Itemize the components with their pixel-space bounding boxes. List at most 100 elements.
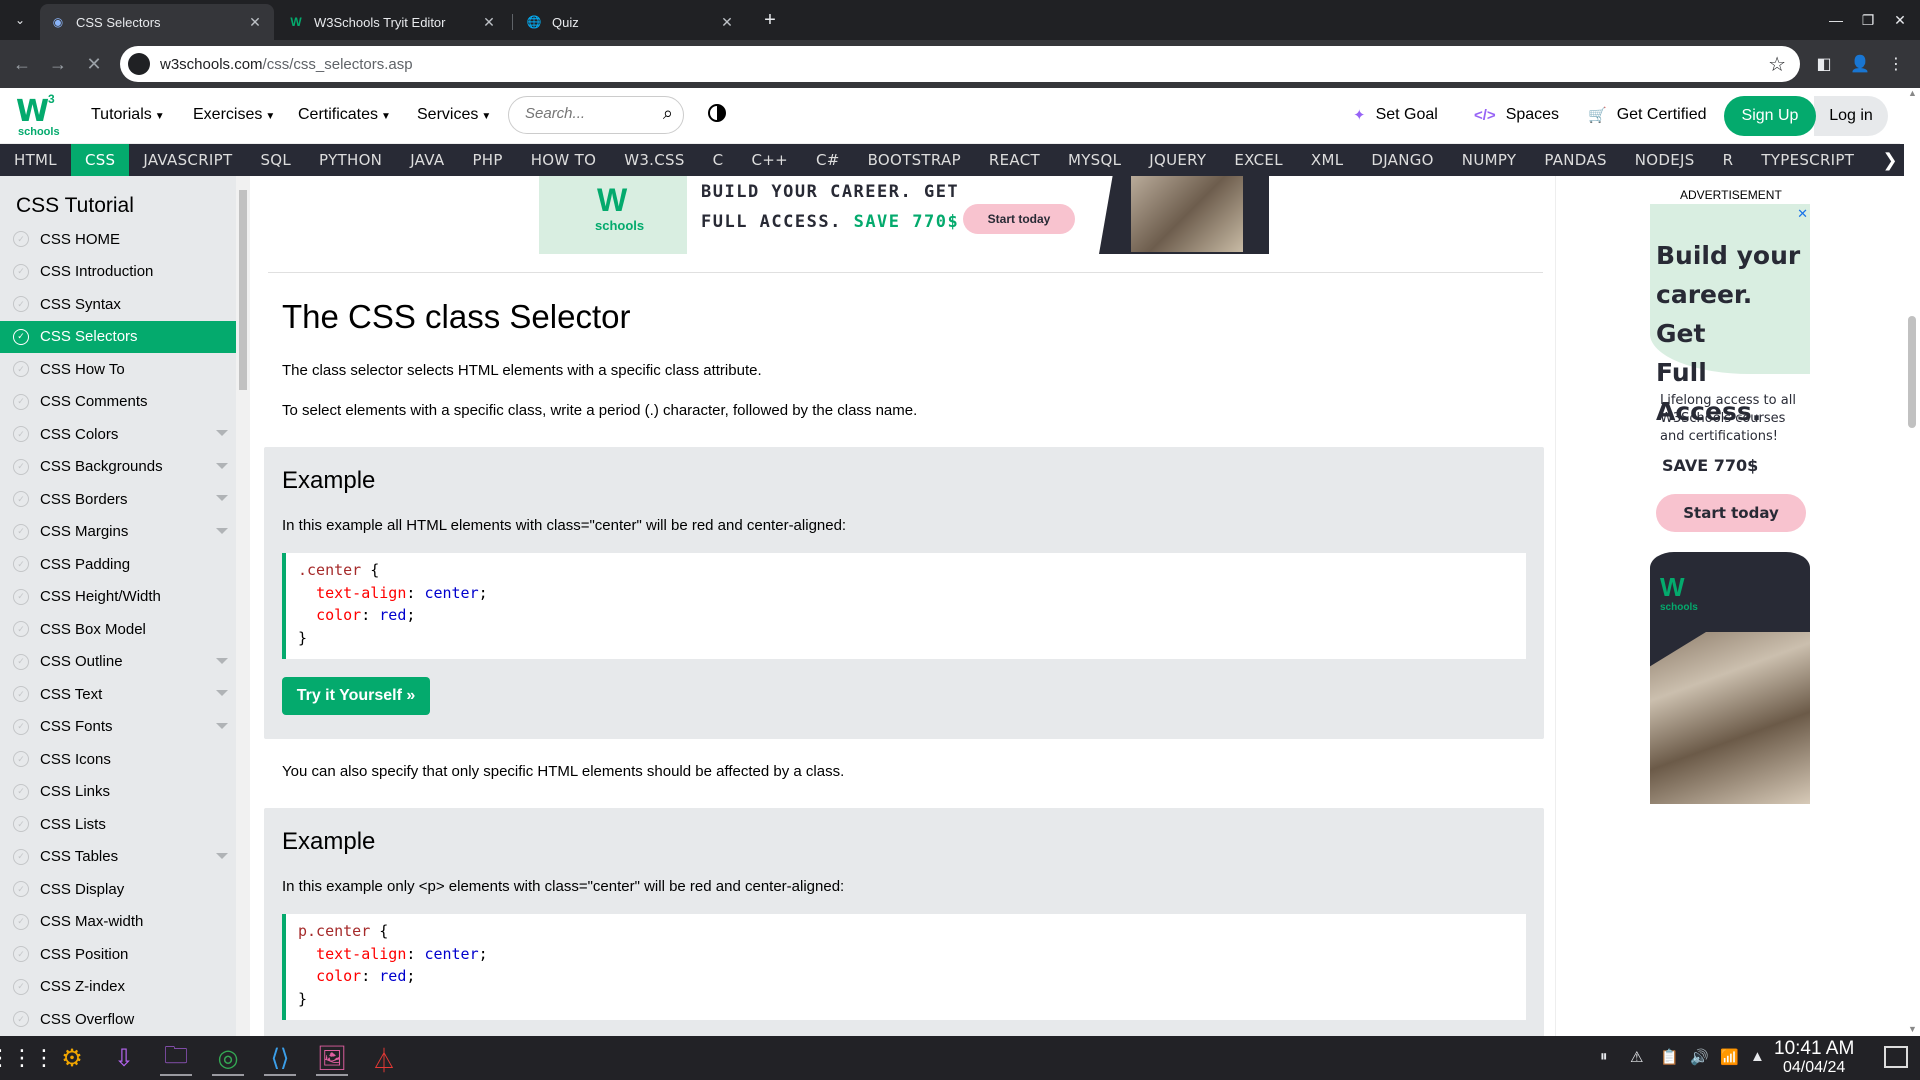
side-ad-2[interactable]: W schools [1650,552,1810,804]
expand-arrow-icon[interactable] [216,722,228,729]
pdf-reader-icon[interactable]: ⏃ [364,1040,404,1076]
sidebar-item-css-links[interactable]: ✓ CSS Links [0,776,236,808]
profile-icon[interactable]: 👤 [1846,50,1874,78]
scroll-down-icon[interactable]: ▼ [1908,1024,1917,1034]
vlc-tray-icon[interactable]: ⚠ [1630,1048,1643,1066]
topnav-item-bootstrap[interactable]: BOOTSTRAP [854,144,975,176]
topnav-item-nodejs[interactable]: NODEJS [1621,144,1709,176]
topnav-item-r[interactable]: R [1709,144,1748,176]
tab-css-selectors[interactable]: ◉ CSS Selectors ✕ [40,4,274,40]
sidebar-item-css-text[interactable]: ✓ CSS Text [0,678,236,710]
tab-tryit-editor[interactable]: W W3Schools Tryit Editor ✕ [278,4,508,40]
banner-start-button[interactable]: Start today [963,204,1075,234]
nav-scroll-right-icon[interactable]: ❯ [1876,144,1904,176]
signup-button[interactable]: Sign Up [1724,96,1816,136]
topnav-item-html[interactable]: HTML [0,144,71,176]
clipboard-icon[interactable]: 📋 [1660,1048,1679,1066]
app-launcher-icon[interactable]: ⋮⋮⋮ [0,1040,55,1076]
forward-icon[interactable]: → [44,50,72,78]
top-banner-ad[interactable]: W schools BUILD YOUR CAREER. GET FULL AC… [539,176,1269,254]
scroll-up-icon[interactable]: ▲ [1908,88,1917,98]
sidebar-item-css-padding[interactable]: ✓ CSS Padding [0,548,236,580]
topnav-item-typescript[interactable]: TYPESCRIPT [1747,144,1868,176]
topnav-item-mysql[interactable]: MYSQL [1054,144,1135,176]
sidebar-item-css-position[interactable]: ✓ CSS Position [0,938,236,970]
vscode-icon[interactable]: ⟨⟩ [260,1040,300,1076]
sidebar-item-css-selectors[interactable]: ✓ CSS Selectors [0,320,236,353]
dark-mode-toggle-icon[interactable] [708,104,726,122]
sidebar-item-css-outline[interactable]: ✓ CSS Outline [0,646,236,678]
topnav-item-javascript[interactable]: JAVASCRIPT [129,144,246,176]
tab-quiz[interactable]: 🌐 Quiz ✕ [516,4,746,40]
topnav-item-react[interactable]: REACT [975,144,1054,176]
close-tab-icon[interactable]: ✕ [718,13,736,31]
sidebar-item-css-max-width[interactable]: ✓ CSS Max-width [0,906,236,938]
stop-loading-icon[interactable]: ✕ [80,50,108,78]
sidebar-item-css-icons[interactable]: ✓ CSS Icons [0,743,236,775]
download-tray-icon[interactable]: ⇩ [104,1040,144,1076]
topnav-item-java[interactable]: JAVA [396,144,458,176]
expand-arrow-icon[interactable] [216,462,228,469]
menu-services[interactable]: Services ▼ [417,106,491,124]
address-bar[interactable]: w3schools.com/css/css_selectors.asp ☆ [120,46,1800,82]
wifi-icon[interactable]: 📶 [1720,1048,1739,1066]
menu-tutorials[interactable]: Tutorials ▼ [91,106,165,124]
topnav-item-excel[interactable]: EXCEL [1220,144,1296,176]
site-info-icon[interactable] [128,53,150,75]
spaces-link[interactable]: </> Spaces [1474,106,1559,124]
expand-arrow-icon[interactable] [216,657,228,664]
sidebar-item-css-syntax[interactable]: ✓ CSS Syntax [0,288,236,320]
restore-icon[interactable]: ❐ [1856,8,1880,32]
ad-start-button[interactable]: Start today [1656,494,1806,532]
topnav-item-how-to[interactable]: HOW TO [517,144,610,176]
side-ad-1[interactable]: Build your career. Get Full Access. ✕ Li… [1650,204,1810,534]
topnav-item-w3-css[interactable]: W3.CSS [610,144,698,176]
scrollbar-thumb[interactable] [239,190,247,390]
page-scrollbar[interactable]: ▲ ▼ [1904,88,1920,1036]
tray-expand-icon[interactable]: ▲ [1750,1048,1765,1065]
topnav-item-xml[interactable]: XML [1297,144,1357,176]
sidebar-item-css-height-width[interactable]: ✓ CSS Height/Width [0,581,236,613]
search-input[interactable] [525,105,645,122]
sidebar-item-css-introduction[interactable]: ✓ CSS Introduction [0,256,236,288]
sidebar-item-css-tables[interactable]: ✓ CSS Tables [0,841,236,873]
bookmark-star-icon[interactable]: ☆ [1768,52,1786,77]
login-button[interactable]: Log in [1814,96,1888,136]
topnav-item-pandas[interactable]: PANDAS [1530,144,1620,176]
topnav-item-python[interactable]: PYTHON [305,144,396,176]
sidebar-item-css-comments[interactable]: ✓ CSS Comments [0,386,236,418]
sidebar-item-css-home[interactable]: ✓ CSS HOME [0,223,236,255]
topnav-item-c[interactable]: C [699,144,738,176]
menu-exercises[interactable]: Exercises ▼ [193,106,275,124]
topnav-item-c#[interactable]: C# [802,144,854,176]
search-icon[interactable]: ⌕ [663,103,673,124]
image-viewer-icon[interactable]: 🖼 [312,1040,352,1076]
sidebar-item-css-margins[interactable]: ✓ CSS Margins [0,516,236,548]
minimize-icon[interactable]: — [1824,8,1848,32]
set-goal-link[interactable]: ✦ Set Goal [1353,106,1438,124]
sidebar-item-css-fonts[interactable]: ✓ CSS Fonts [0,711,236,743]
topnav-item-jquery[interactable]: JQUERY [1135,144,1220,176]
settings-gear-icon[interactable]: ⚙ [52,1040,92,1076]
side-panel-icon[interactable]: ◧ [1810,50,1838,78]
page-scrollbar-thumb[interactable] [1908,316,1916,428]
menu-certificates[interactable]: Certificates ▼ [298,106,391,124]
try-it-yourself-button[interactable]: Try it Yourself » [282,677,430,715]
topnav-item-php[interactable]: PHP [458,144,516,176]
expand-arrow-icon[interactable] [216,430,228,436]
close-tab-icon[interactable]: ✕ [246,13,264,31]
sidebar-item-css-overflow[interactable]: ✓ CSS Overflow [0,1003,236,1035]
sidebar-item-css-box-model[interactable]: ✓ CSS Box Model [0,613,236,645]
sidebar-item-css-backgrounds[interactable]: ✓ CSS Backgrounds [0,451,236,483]
expand-arrow-icon[interactable] [216,690,228,696]
sidebar-item-css-z-index[interactable]: ✓ CSS Z-index [0,971,236,1003]
topnav-item-django[interactable]: DJANGO [1357,144,1447,176]
expand-arrow-icon[interactable] [216,852,228,859]
chrome-icon[interactable]: ◎ [208,1040,248,1076]
back-icon[interactable]: ← [8,50,36,78]
expand-arrow-icon[interactable] [216,495,228,501]
expand-arrow-icon[interactable] [216,527,228,534]
close-window-icon[interactable]: ✕ [1888,8,1912,32]
topnav-item-c++[interactable]: C++ [737,144,802,176]
topnav-item-css[interactable]: CSS [70,144,130,176]
